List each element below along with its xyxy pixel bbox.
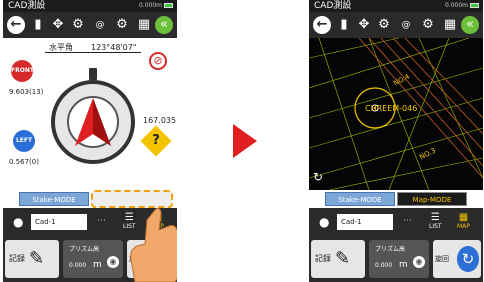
prism-height-value: 0.000 [69, 262, 87, 269]
front-badge: FRONT [11, 60, 34, 82]
record-label: 記録 [315, 254, 331, 263]
stake-view: 水平角 123°48'07" ⊘ FRONT 9.603(13) LEFT 0.5… [3, 38, 177, 190]
prism-icon[interactable]: ▮ [335, 16, 353, 34]
prism-height-box[interactable]: プリズム高 0.000 m ◉ [63, 240, 123, 278]
cad-name-field[interactable]: Cad-1 [337, 214, 393, 230]
back-arrow-icon[interactable]: ← [313, 16, 331, 34]
distance-readout: 0.000m [444, 2, 468, 9]
settings-gear-icon[interactable]: ⚙ [419, 16, 437, 34]
pen-icon: ✎ [29, 248, 45, 269]
map-mode-button[interactable]: Map-MODE [397, 192, 467, 206]
map-view[interactable]: NO.4 CHREEM-046 NO.3 ↻ [309, 38, 483, 190]
record-label: 記録 [9, 254, 25, 263]
app-title: CAD測設 [314, 1, 352, 11]
prism-eye-icon[interactable]: ◉ [107, 256, 119, 268]
app-title: CAD測設 [8, 1, 46, 11]
battery-icon [164, 3, 173, 8]
status-right: 0.000m [139, 0, 173, 12]
nodes-icon[interactable]: ⋯ [97, 216, 106, 226]
map-label: MAP [457, 223, 470, 230]
front-value: 9.603(13) [9, 88, 44, 96]
record-button[interactable]: 記録 ✎ [5, 240, 59, 278]
document-gear-icon[interactable]: ⚙ [375, 16, 393, 34]
list-label: LIST [429, 223, 442, 230]
rotate-icon: ↻ [457, 246, 479, 272]
list-button[interactable]: ☰ LIST [429, 212, 442, 230]
left-value: 0.567(0) [9, 158, 39, 166]
move-icon[interactable]: ✥ [355, 16, 373, 34]
mode-bar: Stake-MODE Map-MODE [309, 190, 483, 208]
toolbar: ← ▮ ✥ ⚙ @ ⚙ ▦ « [3, 12, 177, 38]
question-icon: ? [140, 125, 172, 157]
map-settings-icon[interactable]: ▦ [135, 16, 153, 34]
phone-screen-left: CAD測設 0.000m ← ▮ ✥ ⚙ @ ⚙ ▦ « 水平角 123°48'0… [3, 0, 177, 282]
prism-marker-icon [89, 68, 97, 80]
back-arrow-icon[interactable]: ← [7, 16, 25, 34]
prism-height-value: 0.000 [375, 262, 393, 269]
location-pin-icon: ● [13, 215, 24, 229]
map-canvas [309, 38, 483, 190]
prism-height-label: プリズム高 [69, 246, 100, 253]
battery-icon [470, 3, 479, 8]
prism-height-unit: m [399, 260, 408, 270]
phone-screen-right: CAD測設 0.000m ← ▮ ✥ ⚙ @ ⚙ ▦ « NO.4 CHREEM… [309, 0, 483, 282]
prism-eye-icon[interactable]: ◉ [413, 256, 425, 268]
green-back-icon[interactable]: « [461, 16, 479, 34]
stake-mode-button[interactable]: Stake-MODE [325, 192, 395, 206]
location-pin-icon: ● [319, 215, 330, 229]
prism-icon[interactable]: ▮ [29, 16, 47, 34]
angle-underline [45, 52, 141, 53]
map-settings-icon[interactable]: ▦ [441, 16, 459, 34]
status-bar: CAD測設 0.000m [3, 0, 177, 12]
transition-arrow-icon [233, 124, 257, 158]
toolbar: ← ▮ ✥ ⚙ @ ⚙ ▦ « [309, 12, 483, 38]
stake-mode-button[interactable]: Stake-MODE [19, 192, 89, 206]
status-bar: CAD測設 0.000m [309, 0, 483, 12]
settings-gear-icon[interactable]: ⚙ [113, 16, 131, 34]
pen-icon: ✎ [335, 248, 351, 269]
rotate-button[interactable]: 旋回 ↻ [433, 240, 481, 278]
status-right: 0.000m [445, 0, 479, 12]
nodes-icon[interactable]: ⋯ [403, 216, 412, 226]
angle-value: 123°48'07" [91, 43, 137, 52]
compass-dial [51, 80, 135, 164]
input-bar: ● Cad-1 ⋯ ☰LIST ▦MAP [309, 208, 483, 236]
green-back-icon[interactable]: « [155, 16, 173, 34]
hand-pointer-icon [130, 207, 177, 282]
angle-label: 水平角 [49, 43, 73, 52]
document-gear-icon[interactable]: ⚙ [69, 16, 87, 34]
at-icon[interactable]: @ [397, 16, 415, 34]
direction-arrow-icon [75, 98, 111, 146]
left-badge: LEFT [13, 130, 35, 152]
prism-height-unit: m [93, 260, 102, 270]
record-button[interactable]: 記録 ✎ [311, 240, 365, 278]
right-value: 167.035 [143, 116, 177, 125]
move-icon[interactable]: ✥ [49, 16, 67, 34]
bottom-bar: 記録 ✎ プリズム高 0.000 m ◉ 旋回 ↻ [309, 236, 483, 282]
prism-height-label: プリズム高 [375, 246, 406, 253]
at-icon[interactable]: @ [91, 16, 109, 34]
no-entry-icon: ⊘ [149, 52, 167, 70]
cad-name-field[interactable]: Cad-1 [31, 214, 87, 230]
map-button[interactable]: ▦MAP [457, 212, 470, 230]
distance-readout: 0.000m [138, 2, 162, 9]
rotate-map-icon[interactable]: ↻ [313, 170, 323, 184]
point-label: CHREEM-046 [365, 104, 418, 113]
rotate-label: 旋回 [435, 255, 449, 263]
prism-height-box[interactable]: プリズム高 0.000 m ◉ [369, 240, 429, 278]
